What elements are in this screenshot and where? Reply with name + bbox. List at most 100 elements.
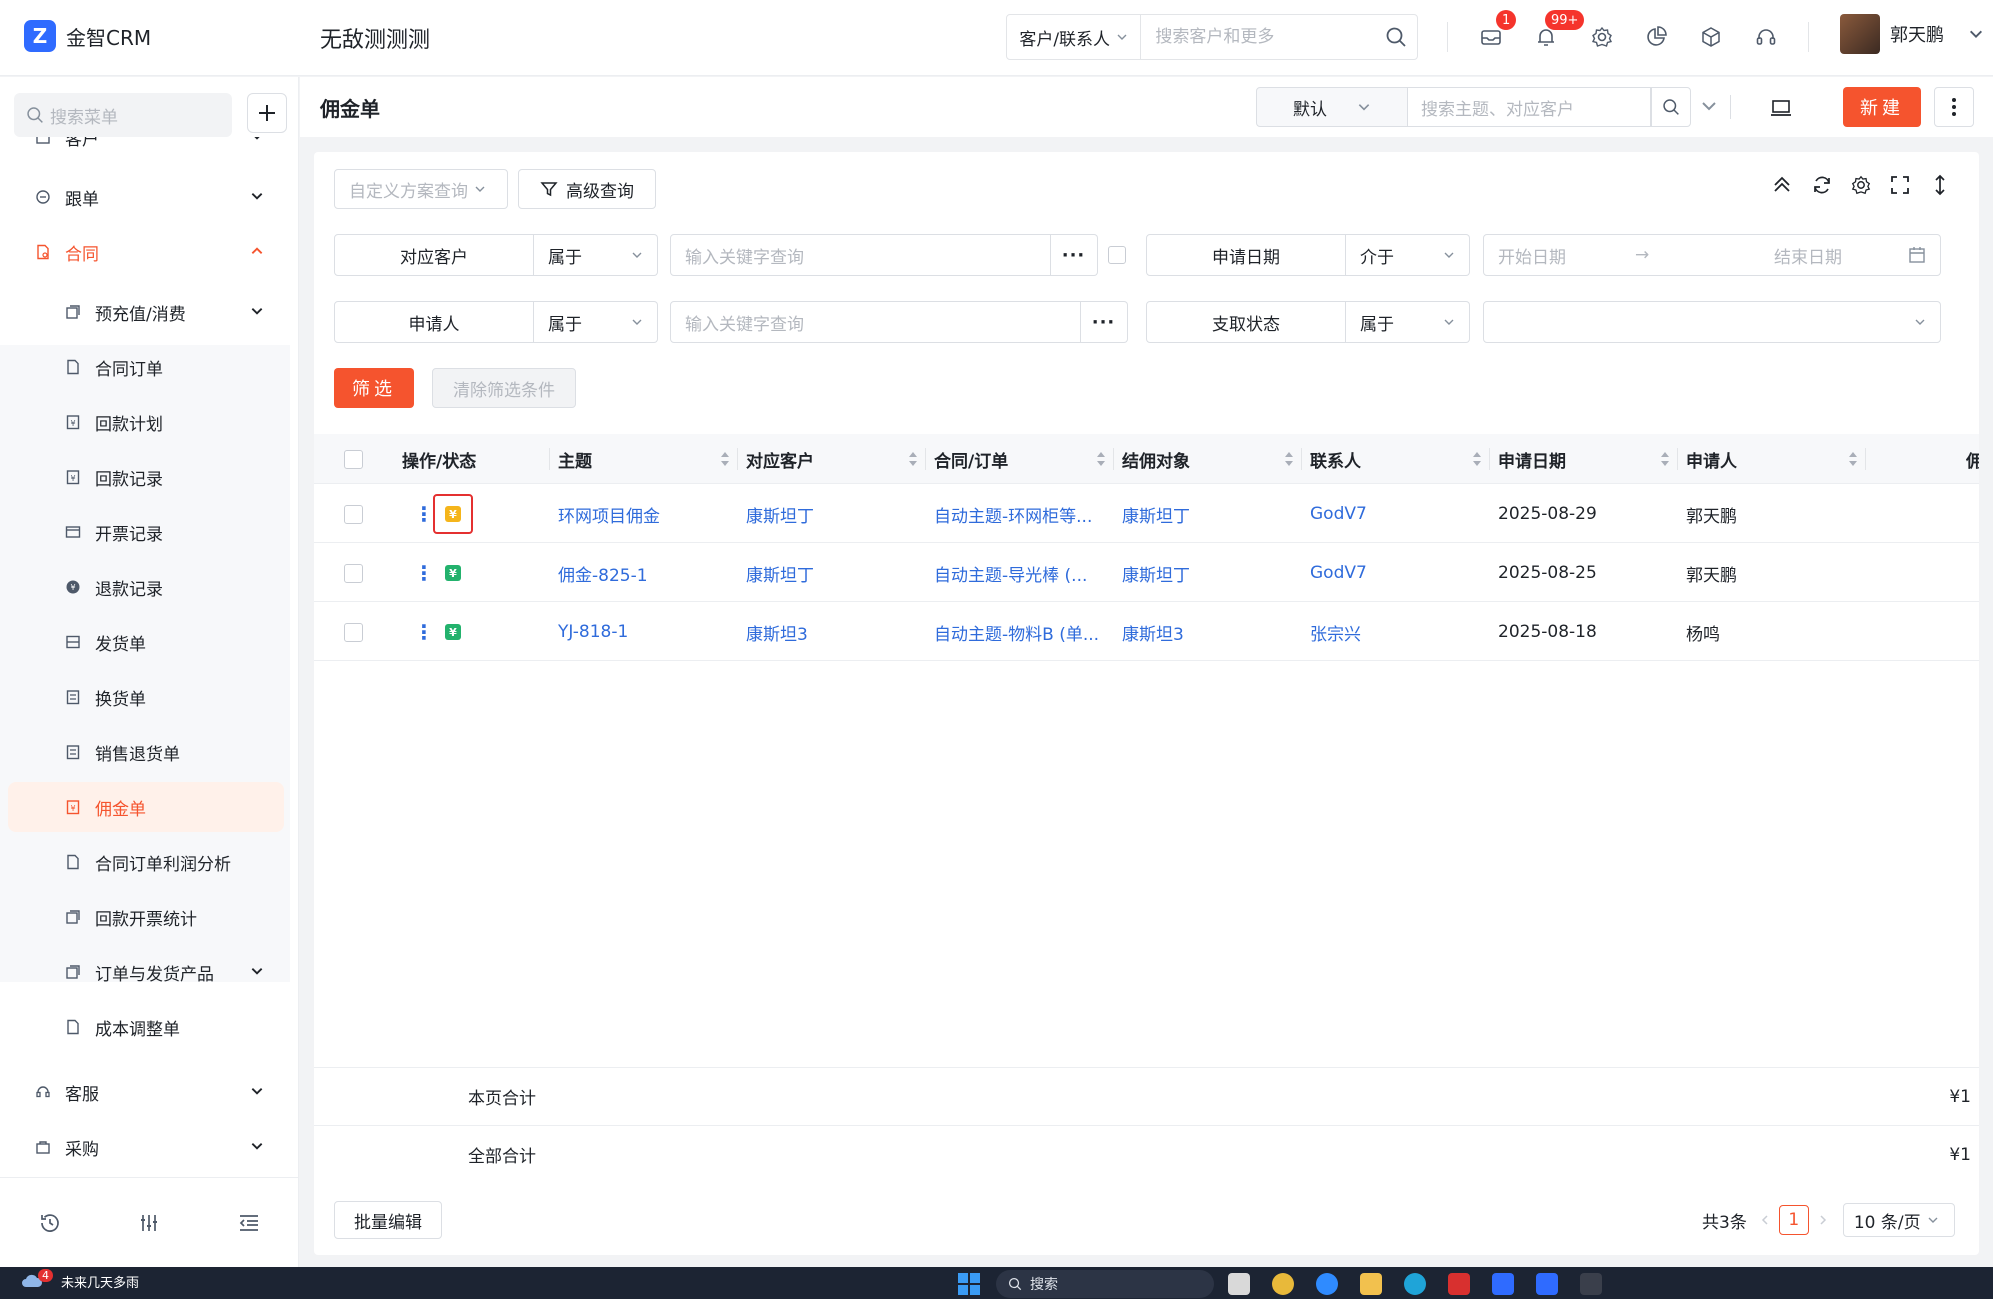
edge-icon[interactable] [1404, 1273, 1426, 1295]
search-icon[interactable] [1374, 26, 1417, 48]
sidebar-item-payment-plan[interactable]: ¥ 回款计划 [8, 397, 284, 447]
row-height-icon[interactable] [1927, 172, 1953, 198]
table-row[interactable]: ⋮ ¥ 环网项目佣金 康斯坦丁 自动主题-环网柜等... 康斯坦丁 GodV7 … [314, 485, 1979, 543]
cell-contract[interactable]: 自动主题-环网柜等... [934, 485, 1109, 543]
sidebar-item-invoice[interactable]: 开票记录 [8, 507, 284, 557]
cell-contract[interactable]: 自动主题-导光棒 (... [934, 544, 1109, 602]
filter-date-operator[interactable]: 介于 [1345, 234, 1470, 276]
row-action-menu[interactable]: ⋮ [414, 485, 434, 543]
column-header-subject[interactable]: 主题 [558, 434, 738, 484]
chrome-icon[interactable] [1272, 1273, 1294, 1295]
sliders-icon[interactable] [136, 1210, 162, 1236]
filter-applicant-picker-button[interactable]: ··· [1080, 301, 1128, 343]
filter-customer-input[interactable]: 输入关键字查询 [670, 234, 1051, 276]
browser-icon[interactable] [1316, 1273, 1338, 1295]
message-icon[interactable]: 1 [1476, 10, 1517, 52]
plan-select[interactable]: 自定义方案查询 [334, 169, 508, 209]
cube-icon[interactable] [1696, 22, 1726, 52]
select-all-checkbox[interactable] [344, 434, 363, 484]
sidebar-item-profit-analysis[interactable]: 合同订单利润分析 [8, 837, 284, 887]
column-header-target[interactable]: 结佣对象 [1122, 434, 1302, 484]
column-header-customer[interactable]: 对应客户 [746, 434, 926, 484]
sidebar-item-shipment[interactable]: 发货单 [8, 617, 284, 667]
column-header-contract[interactable]: 合同/订单 [934, 434, 1114, 484]
filter-pay-status-select[interactable] [1483, 301, 1941, 343]
row-checkbox[interactable] [344, 485, 363, 543]
table-row[interactable]: ⋮ ¥ YJ-818-1 康斯坦3 自动主题-物料B (单... 康斯坦3 张宗… [314, 603, 1979, 661]
cell-customer[interactable]: 康斯坦3 [746, 603, 921, 661]
monitor-icon[interactable] [1770, 97, 1792, 119]
cell-contact[interactable]: GodV7 [1310, 485, 1485, 543]
weather-widget[interactable]: 4 未来几天多雨 [20, 1268, 139, 1291]
row-action-menu[interactable]: ⋮ [414, 544, 434, 602]
filter-customer-checkbox[interactable] [1108, 246, 1126, 264]
filter-applicant-input[interactable]: 输入关键字查询 [670, 301, 1081, 343]
cell-subject[interactable]: 环网项目佣金 [558, 485, 733, 543]
app-icon[interactable] [1536, 1273, 1558, 1295]
collapse-menu-icon[interactable] [236, 1210, 262, 1236]
sidebar-item-purchase[interactable]: 采购 [8, 1122, 284, 1172]
page-number-current[interactable]: 1 [1778, 1205, 1809, 1235]
history-icon[interactable] [37, 1210, 63, 1236]
view-select[interactable]: 默认 [1256, 87, 1408, 127]
cell-contact[interactable]: 张宗兴 [1310, 603, 1485, 661]
wps-icon[interactable] [1448, 1273, 1470, 1295]
bell-icon[interactable]: 99+ [1531, 10, 1585, 52]
fullscreen-icon[interactable] [1887, 172, 1913, 198]
table-row[interactable]: ⋮ ¥ 佣金-825-1 康斯坦丁 自动主题-导光棒 (... 康斯坦丁 God… [314, 544, 1979, 602]
clear-filter-button[interactable]: 清除筛选条件 [432, 368, 576, 408]
filter-customer-picker-button[interactable]: ··· [1050, 234, 1098, 276]
settings-icon[interactable] [1848, 172, 1874, 198]
user-menu[interactable]: 郭天鹏 [1840, 14, 1984, 54]
refresh-icon[interactable] [1809, 172, 1835, 198]
column-header-applicant[interactable]: 申请人 [1686, 434, 1866, 484]
chevron-right-icon[interactable] [1817, 1214, 1829, 1226]
task-view-icon[interactable] [1228, 1273, 1250, 1295]
pie-chart-icon[interactable] [1641, 22, 1671, 52]
app-icon[interactable] [1492, 1273, 1514, 1295]
sidebar-item-prepaid[interactable]: 预充值/消费 [8, 287, 284, 337]
gear-icon[interactable] [1587, 22, 1617, 52]
record-search-button[interactable] [1651, 87, 1691, 127]
batch-edit-button[interactable]: 批量编辑 [334, 1201, 442, 1239]
add-menu-button[interactable] [247, 93, 287, 133]
terminal-icon[interactable] [1580, 1273, 1602, 1295]
advanced-query-button[interactable]: 高级查询 [518, 169, 656, 209]
page-size-select[interactable]: 10 条/页 [1842, 1203, 1955, 1237]
cell-subject[interactable]: YJ-818-1 [558, 603, 733, 661]
sidebar-item-service[interactable]: 客服 [8, 1067, 284, 1117]
sidebar-item-payment-invoice-stats[interactable]: 回款开票统计 [8, 892, 284, 942]
status-highlight[interactable]: ¥ [433, 485, 473, 543]
sidebar-item-refund[interactable]: ¥ 退款记录 [8, 562, 284, 612]
row-checkbox[interactable] [344, 603, 363, 661]
filter-date-range[interactable]: 开始日期 → 结束日期 [1483, 234, 1941, 276]
sidebar-item-commission[interactable]: ¥ 佣金单 [8, 782, 284, 832]
sidebar-item-customer[interactable]: 客户 [8, 137, 284, 162]
sidebar-item-contract-order[interactable]: 合同订单 [8, 342, 284, 392]
sidebar-item-follow[interactable]: 跟单 [8, 172, 284, 222]
cell-customer[interactable]: 康斯坦丁 [746, 544, 921, 602]
more-button[interactable] [1934, 87, 1974, 127]
row-action-menu[interactable]: ⋮ [414, 603, 434, 661]
filter-button[interactable]: 筛选 [334, 368, 414, 408]
workspace-name[interactable]: 无敌测测测 [320, 22, 430, 54]
collapse-up-icon[interactable] [1769, 172, 1795, 198]
sidebar-item-contract[interactable]: 合同 [8, 227, 284, 277]
app-logo[interactable]: Z 金智CRM [24, 20, 151, 52]
column-header-commission[interactable]: 佣 [1966, 434, 1979, 484]
taskbar-search[interactable]: 搜索 [996, 1270, 1214, 1298]
sidebar-item-exchange[interactable]: 换货单 [8, 672, 284, 722]
search-type-select[interactable]: 客户/联系人 [1007, 15, 1142, 59]
cell-customer[interactable]: 康斯坦丁 [746, 485, 921, 543]
chevron-down-icon[interactable] [1700, 97, 1718, 115]
sidebar-item-order-products[interactable]: 订单与发货产品 [8, 947, 284, 997]
cell-target[interactable]: 康斯坦3 [1122, 603, 1297, 661]
headset-icon[interactable] [1751, 22, 1781, 52]
windows-start-icon[interactable] [958, 1273, 980, 1295]
filter-pay-status-operator[interactable]: 属于 [1345, 301, 1470, 343]
chevron-left-icon[interactable] [1759, 1214, 1771, 1226]
column-header-contact[interactable]: 联系人 [1310, 434, 1490, 484]
cell-contact[interactable]: GodV7 [1310, 544, 1485, 602]
new-button[interactable]: 新建 [1843, 87, 1921, 127]
cell-subject[interactable]: 佣金-825-1 [558, 544, 733, 602]
